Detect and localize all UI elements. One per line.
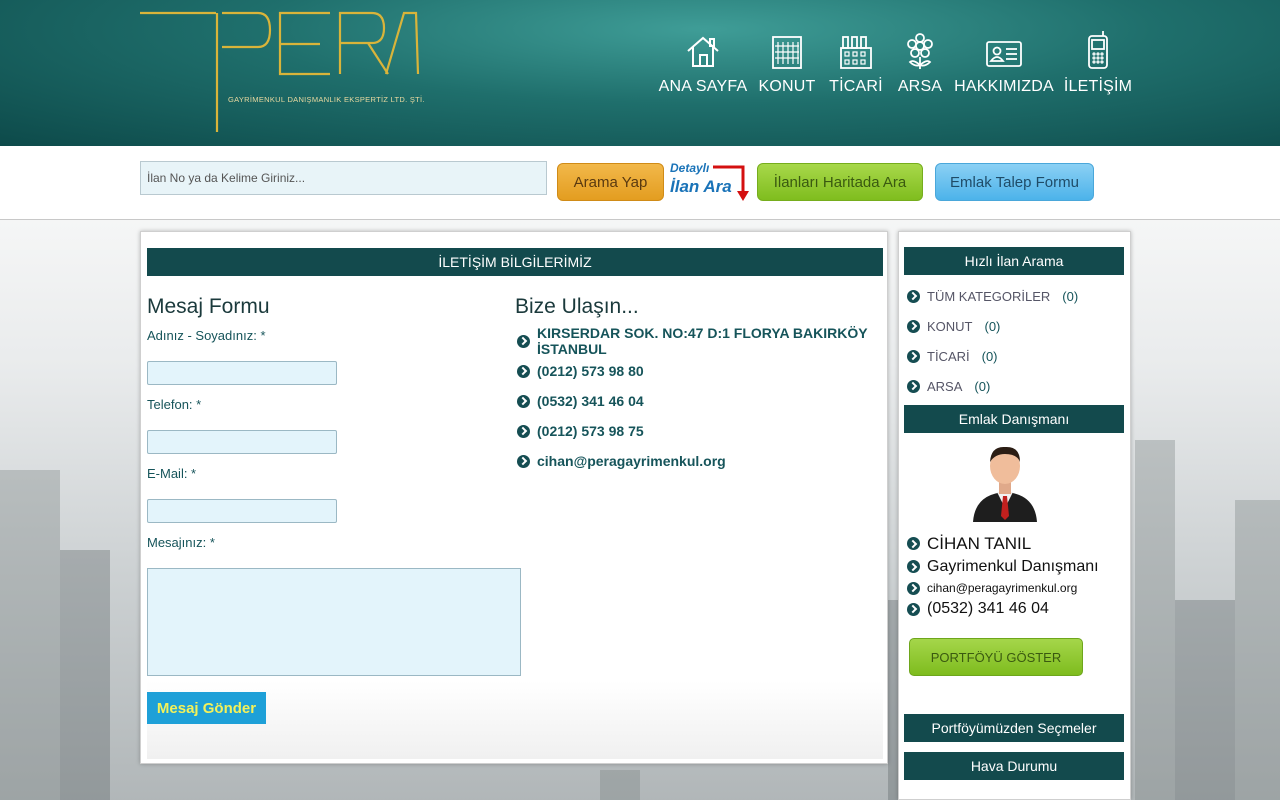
agent-email[interactable]: cihan@peragayrimenkul.org	[907, 578, 1099, 598]
nav-home[interactable]: ANA SAYFA	[655, 28, 751, 96]
arrow-bullet-icon	[907, 289, 920, 303]
agent-info: CİHAN TANIL Gayrimenkul Danışmanı cihan@…	[907, 532, 1099, 620]
send-message-button[interactable]: Mesaj Gönder	[147, 692, 266, 724]
id-card-icon	[985, 28, 1023, 70]
show-portfolio-button[interactable]: PORTFÖYÜ GÖSTER	[909, 638, 1083, 676]
logo-subtitle: GAYRİMENKUL DANIŞMANLIK EKSPERTİZ LTD. Ş…	[228, 95, 425, 104]
contact-address: KIRSERDAR SOK. NO:47 D:1 FLORYA BAKIRKÖY…	[517, 325, 883, 357]
nav-contact[interactable]: İLETİŞİM	[1057, 28, 1139, 96]
message-field[interactable]	[147, 568, 521, 676]
agent-phone: (0532) 341 46 04	[907, 598, 1099, 620]
factory-icon	[838, 28, 874, 70]
red-arrow-icon	[713, 165, 749, 201]
agent-avatar	[969, 442, 1041, 527]
main-nav: ANA SAYFA KONUT TİCARİ ARSA HAKKIMIZDA İ…	[655, 28, 1139, 96]
arrow-bullet-icon	[907, 602, 920, 616]
contact-list: KIRSERDAR SOK. NO:47 D:1 FLORYA BAKIRKÖY…	[517, 325, 883, 476]
request-form-button[interactable]: Emlak Talep Formu	[935, 163, 1094, 201]
phone-label: Telefon: *	[147, 397, 202, 412]
pera-logo[interactable]: GAYRİMENKUL DANIŞMANLIK EKSPERTİZ LTD. Ş…	[140, 10, 430, 135]
site-header: GAYRİMENKUL DANIŞMANLIK EKSPERTİZ LTD. Ş…	[0, 0, 1280, 146]
form-title: Mesaj Formu	[147, 295, 270, 318]
name-field[interactable]	[147, 361, 337, 385]
category-list: TÜM KATEGORİLER (0) KONUT (0) TİCARİ (0) AR…	[907, 281, 1078, 401]
search-input[interactable]	[140, 161, 547, 195]
arrow-bullet-icon	[907, 560, 920, 573]
sidebar: Hızlı İlan Arama TÜM KATEGORİLER (0) KONU…	[898, 231, 1131, 800]
agent-title: Emlak Danışmanı	[904, 405, 1124, 433]
arrow-bullet-icon	[517, 424, 530, 438]
weather-title: Hava Durumu	[904, 752, 1124, 780]
quick-search-title: Hızlı İlan Arama	[904, 247, 1124, 275]
detailed-search-link[interactable]: Detaylı İlan Ara	[669, 161, 751, 203]
contact-panel-inner: İLETİŞİM BİLGİLERİMİZ Mesaj Formu Adınız…	[147, 238, 883, 759]
email-field[interactable]	[147, 499, 337, 523]
contact-mobile: (0532) 341 46 04	[517, 386, 883, 416]
contact-fax: (0212) 573 98 75	[517, 416, 883, 446]
arrow-bullet-icon	[517, 394, 530, 408]
agent-role: Gayrimenkul Danışmanı	[907, 555, 1099, 578]
flower-icon	[902, 28, 938, 70]
nav-konut[interactable]: KONUT	[751, 28, 823, 96]
detailed-search-line1: Detaylı	[670, 161, 710, 175]
section-title: İLETİŞİM BİLGİLERİMİZ	[147, 248, 883, 276]
arrow-bullet-icon	[907, 349, 920, 363]
contact-email[interactable]: cihan@peragayrimenkul.org	[517, 446, 883, 476]
nav-arsa[interactable]: ARSA	[889, 28, 951, 96]
category-item-ticari[interactable]: TİCARİ (0)	[907, 341, 1078, 371]
arrow-bullet-icon	[907, 581, 920, 595]
nav-about[interactable]: HAKKIMIZDA	[951, 28, 1057, 96]
search-button[interactable]: Arama Yap	[557, 163, 664, 201]
nav-ticari[interactable]: TİCARİ	[823, 28, 889, 96]
map-search-button[interactable]: İlanları Haritada Ara	[757, 163, 923, 201]
category-item-konut[interactable]: KONUT (0)	[907, 311, 1078, 341]
agent-name: CİHAN TANIL	[907, 532, 1099, 555]
arrow-bullet-icon	[907, 537, 920, 550]
mobile-phone-icon	[1084, 28, 1112, 70]
arrow-bullet-icon	[517, 454, 530, 468]
arrow-bullet-icon	[517, 334, 530, 348]
contact-phone-1: (0212) 573 98 80	[517, 356, 883, 386]
category-item-arsa[interactable]: ARSA (0)	[907, 371, 1078, 401]
home-icon	[685, 28, 721, 70]
message-label: Mesajınız: *	[147, 535, 215, 550]
contact-panel: İLETİŞİM BİLGİLERİMİZ Mesaj Formu Adınız…	[140, 231, 888, 764]
arrow-bullet-icon	[517, 364, 530, 378]
phone-field[interactable]	[147, 430, 337, 454]
search-bar: Arama Yap Detaylı İlan Ara İlanları Hari…	[0, 146, 1280, 220]
category-item-all[interactable]: TÜM KATEGORİLER (0)	[907, 281, 1078, 311]
selections-title: Portföyümüzden Seçmeler	[904, 714, 1124, 742]
email-label: E-Mail: *	[147, 466, 197, 481]
contact-title: Bize Ulaşın...	[515, 295, 639, 318]
name-label: Adınız - Soyadınız: *	[147, 328, 266, 343]
building-icon	[769, 28, 805, 70]
arrow-bullet-icon	[907, 319, 920, 333]
arrow-bullet-icon	[907, 379, 920, 393]
